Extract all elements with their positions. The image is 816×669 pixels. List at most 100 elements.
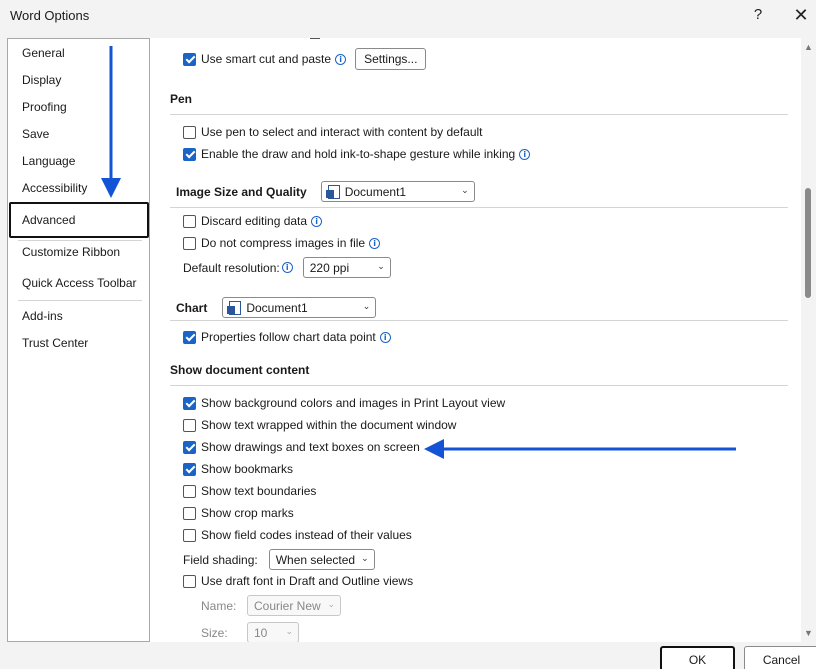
ink-to-shape-row: Enable the draw and hold ink-to-shape ge… <box>183 147 531 161</box>
sidebar-item-quick-access-toolbar[interactable]: Quick Access Toolbar <box>22 276 137 290</box>
text-wrapped-checkbox[interactable] <box>183 418 196 432</box>
text-wrapped-label: Show text wrapped within the document wi… <box>201 418 457 432</box>
use-pen-checkbox[interactable] <box>183 125 196 139</box>
background-colors-checkbox[interactable] <box>183 396 196 410</box>
advanced-options-panel: Use smart cut and paste i Settings... Pe… <box>150 38 801 642</box>
section-divider <box>170 114 788 115</box>
crop-marks-checkbox[interactable] <box>183 506 196 520</box>
ok-button[interactable]: OK <box>660 646 735 669</box>
sidebar-item-add-ins[interactable]: Add-ins <box>22 309 63 323</box>
word-document-icon <box>325 184 340 199</box>
scroll-down-arrow-icon[interactable]: ▼ <box>804 628 813 638</box>
drawings-text-boxes-row: Show drawings and text boxes on screen <box>183 440 420 454</box>
scrollbar-thumb[interactable] <box>805 188 811 298</box>
no-compress-label: Do not compress images in file <box>201 236 366 250</box>
smart-cut-paste-row: Use smart cut and paste i Settings... <box>183 48 427 70</box>
draft-font-size-select[interactable]: 10 ⌄ <box>247 622 299 642</box>
sidebar-item-display[interactable]: Display <box>22 73 61 87</box>
sidebar-divider <box>18 240 142 241</box>
show-content-heading: Show document content <box>170 363 310 377</box>
info-icon: i <box>519 148 531 160</box>
clipped-row-fragment <box>310 38 320 39</box>
draft-font-size-label: Size: <box>201 625 228 640</box>
draft-font-label: Use draft font in Draft and Outline view… <box>201 574 414 588</box>
text-boundaries-checkbox[interactable] <box>183 484 196 498</box>
chart-document-value: Document1 <box>246 300 308 315</box>
help-button[interactable]: ? <box>748 5 768 25</box>
info-icon: i <box>311 215 323 227</box>
default-resolution-select[interactable]: 220 ppi ⌄ <box>302 257 391 278</box>
drawings-text-boxes-label: Show drawings and text boxes on screen <box>201 440 420 454</box>
discard-editing-checkbox[interactable] <box>183 214 196 228</box>
ink-to-shape-checkbox[interactable] <box>183 147 196 161</box>
default-resolution-label: Default resolution: <box>183 260 280 275</box>
field-codes-checkbox[interactable] <box>183 528 196 542</box>
sidebar-item-accessibility[interactable]: Accessibility <box>22 181 87 195</box>
cancel-button[interactable]: Cancel <box>744 646 816 669</box>
annotation-left-arrow-icon <box>424 439 736 459</box>
discard-editing-row: Discard editing data i <box>183 214 323 228</box>
smart-cut-paste-label: Use smart cut and paste <box>201 52 332 66</box>
draft-font-checkbox[interactable] <box>183 574 196 588</box>
annotation-down-arrow-icon <box>101 46 121 198</box>
chart-heading: Chart <box>176 300 208 315</box>
properties-follow-label: Properties follow chart data point <box>201 330 376 344</box>
default-resolution-row: Default resolution: i 220 ppi ⌄ <box>183 257 391 278</box>
drawings-text-boxes-checkbox[interactable] <box>183 440 196 454</box>
background-colors-row: Show background colors and images in Pri… <box>183 396 505 410</box>
vertical-scrollbar[interactable]: ▲ ▼ <box>802 38 816 642</box>
word-document-icon <box>227 300 242 315</box>
crop-marks-label: Show crop marks <box>201 506 294 520</box>
field-shading-label: Field shading: <box>183 552 258 567</box>
close-button[interactable]: ✕ <box>790 5 812 25</box>
default-resolution-value: 220 ppi <box>309 260 350 275</box>
image-size-document-select[interactable]: Document1 ⌄ <box>320 181 475 202</box>
crop-marks-row: Show crop marks <box>183 506 294 520</box>
discard-editing-label: Discard editing data <box>201 214 308 228</box>
sidebar-item-save[interactable]: Save <box>22 127 49 141</box>
smart-cut-paste-checkbox[interactable] <box>183 52 196 66</box>
properties-follow-checkbox[interactable] <box>183 330 196 344</box>
text-boundaries-label: Show text boundaries <box>201 484 317 498</box>
info-icon: i <box>379 331 391 343</box>
no-compress-checkbox[interactable] <box>183 236 196 250</box>
field-shading-select[interactable]: When selected ⌄ <box>268 549 375 570</box>
image-size-document-value: Document1 <box>344 184 407 199</box>
options-sidebar: General Display Proofing Save Language A… <box>7 38 150 642</box>
chart-document-select[interactable]: Document1 ⌄ <box>222 297 377 318</box>
chevron-down-icon: ⌄ <box>327 599 335 609</box>
sidebar-item-language[interactable]: Language <box>22 154 75 168</box>
ink-to-shape-label: Enable the draw and hold ink-to-shape ge… <box>201 147 516 161</box>
draft-font-name-label: Name: <box>201 598 237 613</box>
properties-follow-row: Properties follow chart data point i <box>183 330 391 344</box>
bookmarks-checkbox[interactable] <box>183 462 196 476</box>
sidebar-item-advanced[interactable]: Advanced <box>9 202 149 238</box>
section-divider <box>170 320 788 321</box>
title-bar: Word Options ? ✕ <box>0 0 816 32</box>
draft-font-name-select[interactable]: Courier New ⌄ <box>247 595 341 616</box>
scroll-up-arrow-icon[interactable]: ▲ <box>804 42 813 52</box>
sidebar-item-general[interactable]: General <box>22 46 65 60</box>
window-title: Word Options <box>10 8 90 23</box>
settings-button[interactable]: Settings... <box>355 48 427 70</box>
field-shading-value: When selected <box>275 552 356 567</box>
text-wrapped-row: Show text wrapped within the document wi… <box>183 418 456 432</box>
pen-heading: Pen <box>170 92 193 106</box>
draft-font-row: Use draft font in Draft and Outline view… <box>183 574 413 588</box>
bookmarks-label: Show bookmarks <box>201 462 294 476</box>
background-colors-label: Show background colors and images in Pri… <box>201 396 506 410</box>
use-pen-label: Use pen to select and interact with cont… <box>201 125 483 139</box>
sidebar-divider <box>18 300 142 301</box>
draft-font-name-row: Name: Courier New ⌄ <box>201 595 341 616</box>
sidebar-item-customize-ribbon[interactable]: Customize Ribbon <box>22 245 120 259</box>
section-divider <box>170 385 788 386</box>
sidebar-item-trust-center[interactable]: Trust Center <box>22 336 88 350</box>
info-icon: i <box>335 53 347 65</box>
sidebar-item-proofing[interactable]: Proofing <box>22 100 67 114</box>
chevron-down-icon: ⌄ <box>377 261 385 271</box>
chevron-down-icon: ⌄ <box>362 301 371 311</box>
draft-font-size-row: Size: 10 ⌄ <box>201 622 299 642</box>
chart-header-row: Chart Document1 ⌄ <box>176 297 377 318</box>
field-codes-label: Show field codes instead of their values <box>201 528 412 542</box>
info-icon: i <box>369 237 381 249</box>
